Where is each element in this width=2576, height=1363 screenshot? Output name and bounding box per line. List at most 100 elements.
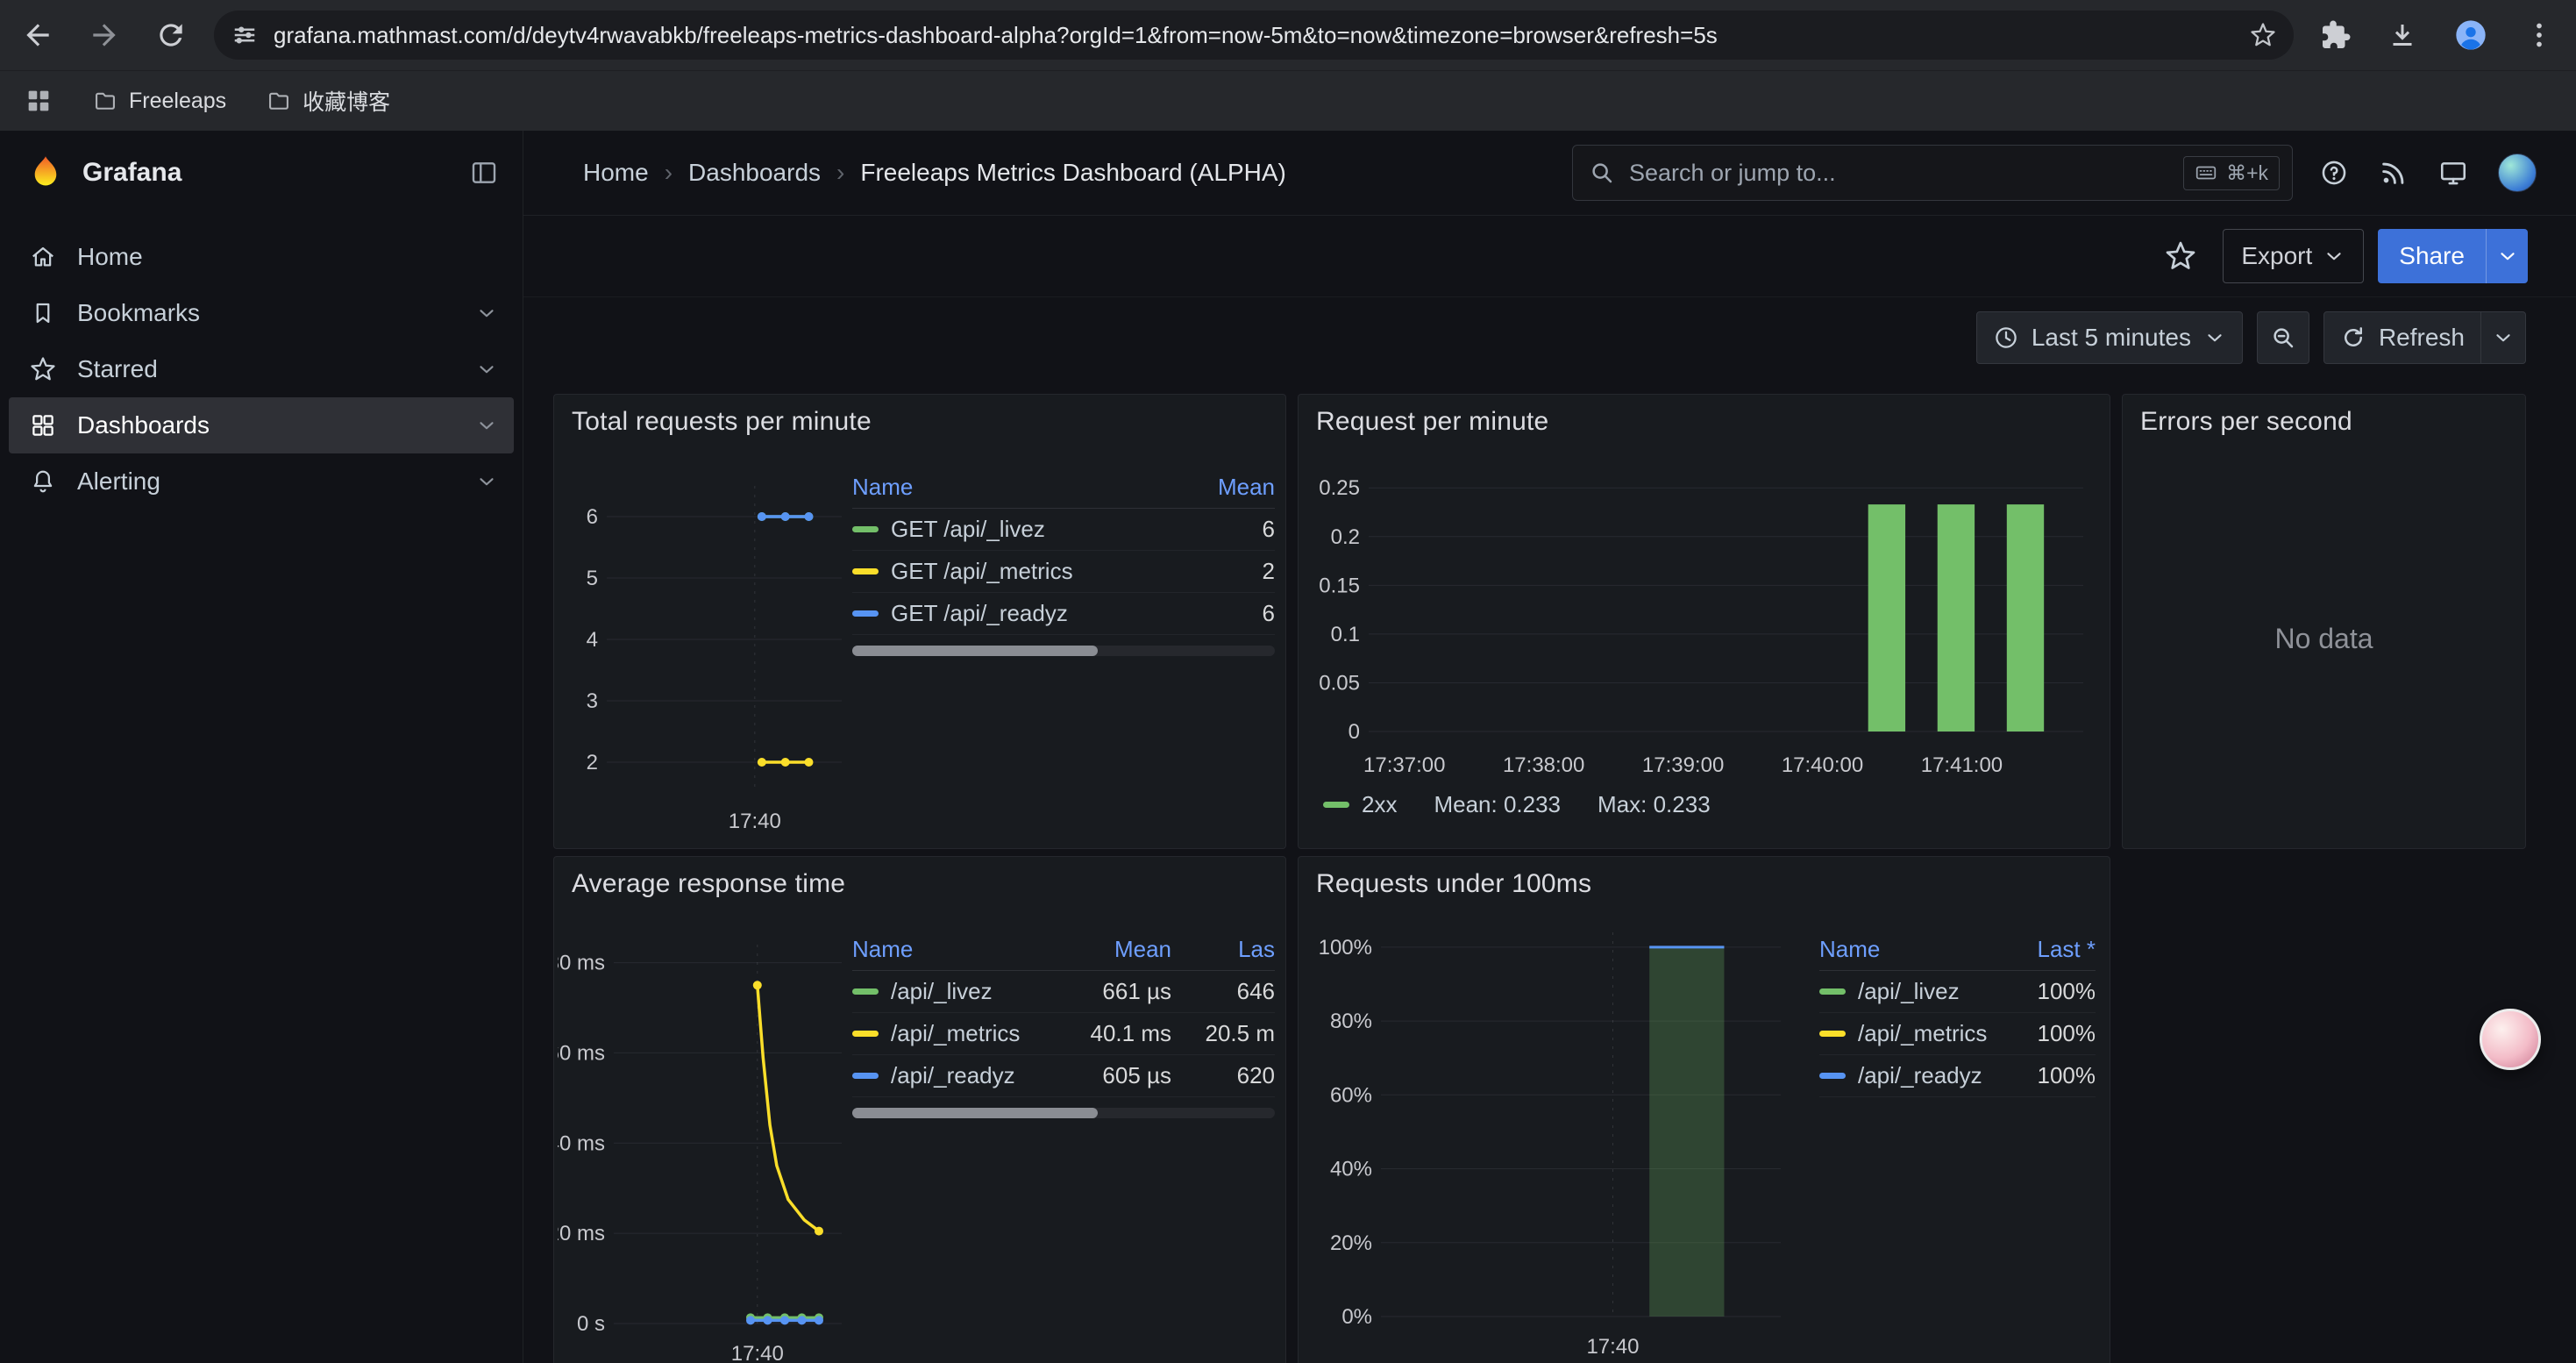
panel-title[interactable]: Total requests per minute: [572, 407, 872, 437]
address-bar[interactable]: grafana.mathmast.com/d/deytv4rwavabkb/fr…: [214, 11, 2294, 60]
series-stats-legend[interactable]: 2xx Mean: 0.233 Max: 0.233: [1323, 791, 1711, 818]
legend-sort-value[interactable]: Last *: [1992, 936, 2096, 963]
breadcrumb-dashboards[interactable]: Dashboards: [688, 159, 821, 187]
bookmark-folder-blogs[interactable]: 收藏博客: [267, 85, 390, 117]
apps-grid-icon[interactable]: [25, 87, 53, 115]
series-color-swatch: [1819, 1031, 1846, 1037]
sidebar-item-bookmarks[interactable]: Bookmarks: [9, 285, 514, 341]
refresh-button[interactable]: Refresh: [2323, 311, 2481, 364]
refresh-interval-dropdown[interactable]: [2481, 311, 2526, 364]
chevron-down-icon: [2323, 245, 2345, 268]
grafana-logo[interactable]: [26, 153, 65, 192]
chevron-down-icon[interactable]: [475, 470, 498, 493]
search-icon: [1589, 160, 1615, 186]
breadcrumb: Home › Dashboards › Freeleaps Metrics Da…: [583, 159, 1286, 187]
site-info-icon[interactable]: [231, 22, 258, 48]
browser-profile-avatar[interactable]: [2453, 18, 2488, 53]
requests-under-100ms-chart[interactable]: 100%80%60%40%20%0%17:40: [1306, 906, 1797, 1362]
export-button[interactable]: Export: [2223, 229, 2364, 283]
panel-title[interactable]: Requests under 100ms: [1316, 869, 1591, 899]
panel-requests-under-100ms: Requests under 100ms 100%80%60%40%20%0%1…: [1298, 856, 2110, 1363]
legend-sort-name[interactable]: Name: [852, 936, 1068, 963]
extensions-icon[interactable]: [2320, 19, 2352, 51]
screen: grafana.mathmast.com/d/deytv4rwavabkb/fr…: [0, 0, 2576, 1363]
average-response-time-chart[interactable]: 80 ms60 ms40 ms20 ms0 s17:40: [558, 913, 850, 1363]
search-input[interactable]: Search or jump to... ⌘+k: [1572, 145, 2293, 201]
sidebar-item-dashboards[interactable]: Dashboards: [9, 397, 514, 453]
share-dropdown-button[interactable]: [2486, 229, 2528, 283]
legend-scrollbar[interactable]: [852, 1108, 1275, 1118]
svg-text:4: 4: [587, 628, 598, 652]
scrollbar-thumb[interactable]: [852, 1108, 1098, 1118]
svg-text:0.25: 0.25: [1319, 476, 1360, 500]
legend-table: NameMean GET /api/_livez6GET /api/_metric…: [852, 467, 1275, 656]
panel-title[interactable]: Request per minute: [1316, 407, 1548, 437]
sidebar-toggle-button[interactable]: [465, 153, 503, 192]
time-range-picker[interactable]: Last 5 minutes: [1976, 311, 2243, 364]
chevron-down-icon[interactable]: [475, 414, 498, 437]
reload-icon[interactable]: [154, 18, 188, 52]
legend-sort-value[interactable]: Mean: [1171, 474, 1275, 501]
svg-text:0%: 0%: [1341, 1305, 1372, 1329]
panel-title[interactable]: Average response time: [572, 869, 845, 899]
browser-menu-icon[interactable]: [2523, 19, 2555, 51]
legend-scrollbar[interactable]: [852, 646, 1275, 656]
legend-sort-name[interactable]: Name: [852, 474, 1171, 501]
news-rss-icon[interactable]: [2379, 158, 2409, 188]
legend-sort-value[interactable]: Mean: [1068, 936, 1171, 963]
downloads-icon[interactable]: [2387, 19, 2418, 51]
grafana-app: Grafana Home Bookmarks Starred: [0, 131, 2576, 1363]
request-per-minute-chart[interactable]: 0.250.20.150.10.05017:37:0017:38:0017:39…: [1306, 447, 2103, 781]
bookmarks-bar: Freeleaps 收藏博客: [0, 71, 2576, 131]
svg-text:17:37:00: 17:37:00: [1363, 753, 1445, 777]
sidebar-item-alerting[interactable]: Alerting: [9, 453, 514, 510]
bookmark-star-icon[interactable]: [2250, 22, 2276, 48]
sidebar-item-home[interactable]: Home: [9, 229, 514, 285]
star-icon: [2165, 240, 2196, 272]
legend-row[interactable]: /api/_readyz605 µs620: [852, 1055, 1275, 1097]
search-shortcut-badge: ⌘+k: [2183, 156, 2280, 190]
forward-icon[interactable]: [88, 18, 121, 52]
svg-text:17:40: 17:40: [731, 1342, 784, 1363]
legend-sort-name[interactable]: Name: [1819, 936, 1992, 963]
browser-toolbar: grafana.mathmast.com/d/deytv4rwavabkb/fr…: [0, 0, 2576, 71]
legend-row[interactable]: /api/_livez661 µs646: [852, 971, 1275, 1013]
breadcrumb-home[interactable]: Home: [583, 159, 649, 187]
legend-row[interactable]: GET /api/_livez6: [852, 509, 1275, 551]
panel-request-per-minute: Request per minute 0.250.20.150.10.05017…: [1298, 394, 2110, 849]
chevron-down-icon[interactable]: [475, 302, 498, 325]
dashboards-icon: [30, 412, 56, 439]
user-avatar[interactable]: [2498, 153, 2537, 192]
legend-row[interactable]: /api/_readyz100%: [1819, 1055, 2096, 1097]
legend-table: NameLast * /api/_livez100%/api/_metrics10…: [1819, 929, 2096, 1097]
keyboard-icon: [2195, 161, 2217, 184]
legend-row[interactable]: GET /api/_readyz6: [852, 593, 1275, 635]
total-requests-chart[interactable]: 6543217:40: [558, 451, 850, 837]
zoom-out-button[interactable]: [2257, 311, 2309, 364]
folder-icon: [267, 89, 291, 113]
share-button[interactable]: Share: [2378, 229, 2486, 283]
svg-text:3: 3: [587, 689, 598, 713]
panel-average-response-time: Average response time 80 ms60 ms40 ms20 …: [553, 856, 1286, 1363]
legend-row[interactable]: GET /api/_metrics2: [852, 551, 1275, 593]
help-icon[interactable]: [2319, 158, 2349, 188]
scrollbar-thumb[interactable]: [852, 646, 1098, 656]
legend-row[interactable]: /api/_livez100%: [1819, 971, 2096, 1013]
sidebar-item-starred[interactable]: Starred: [9, 341, 514, 397]
legend-sort-value[interactable]: Las: [1171, 936, 1275, 963]
breadcrumb-separator: ›: [836, 159, 844, 187]
no-data-message: No data: [2123, 430, 2525, 848]
svg-text:0 s: 0 s: [577, 1312, 605, 1336]
url-text[interactable]: grafana.mathmast.com/d/deytv4rwavabkb/fr…: [274, 22, 2234, 49]
legend-row[interactable]: /api/_metrics40.1 ms20.5 m: [852, 1013, 1275, 1055]
svg-text:40%: 40%: [1330, 1158, 1372, 1181]
bookmark-folder-freeleaps[interactable]: Freeleaps: [93, 89, 226, 114]
favorite-star-button[interactable]: [2158, 233, 2203, 279]
chevron-down-icon: [2203, 326, 2226, 349]
legend-row[interactable]: /api/_metrics100%: [1819, 1013, 2096, 1055]
back-icon[interactable]: [21, 18, 54, 52]
bookmark-icon: [30, 300, 56, 326]
chevron-down-icon[interactable]: [475, 358, 498, 381]
display-icon[interactable]: [2438, 158, 2468, 188]
floating-avatar[interactable]: [2480, 1009, 2541, 1070]
